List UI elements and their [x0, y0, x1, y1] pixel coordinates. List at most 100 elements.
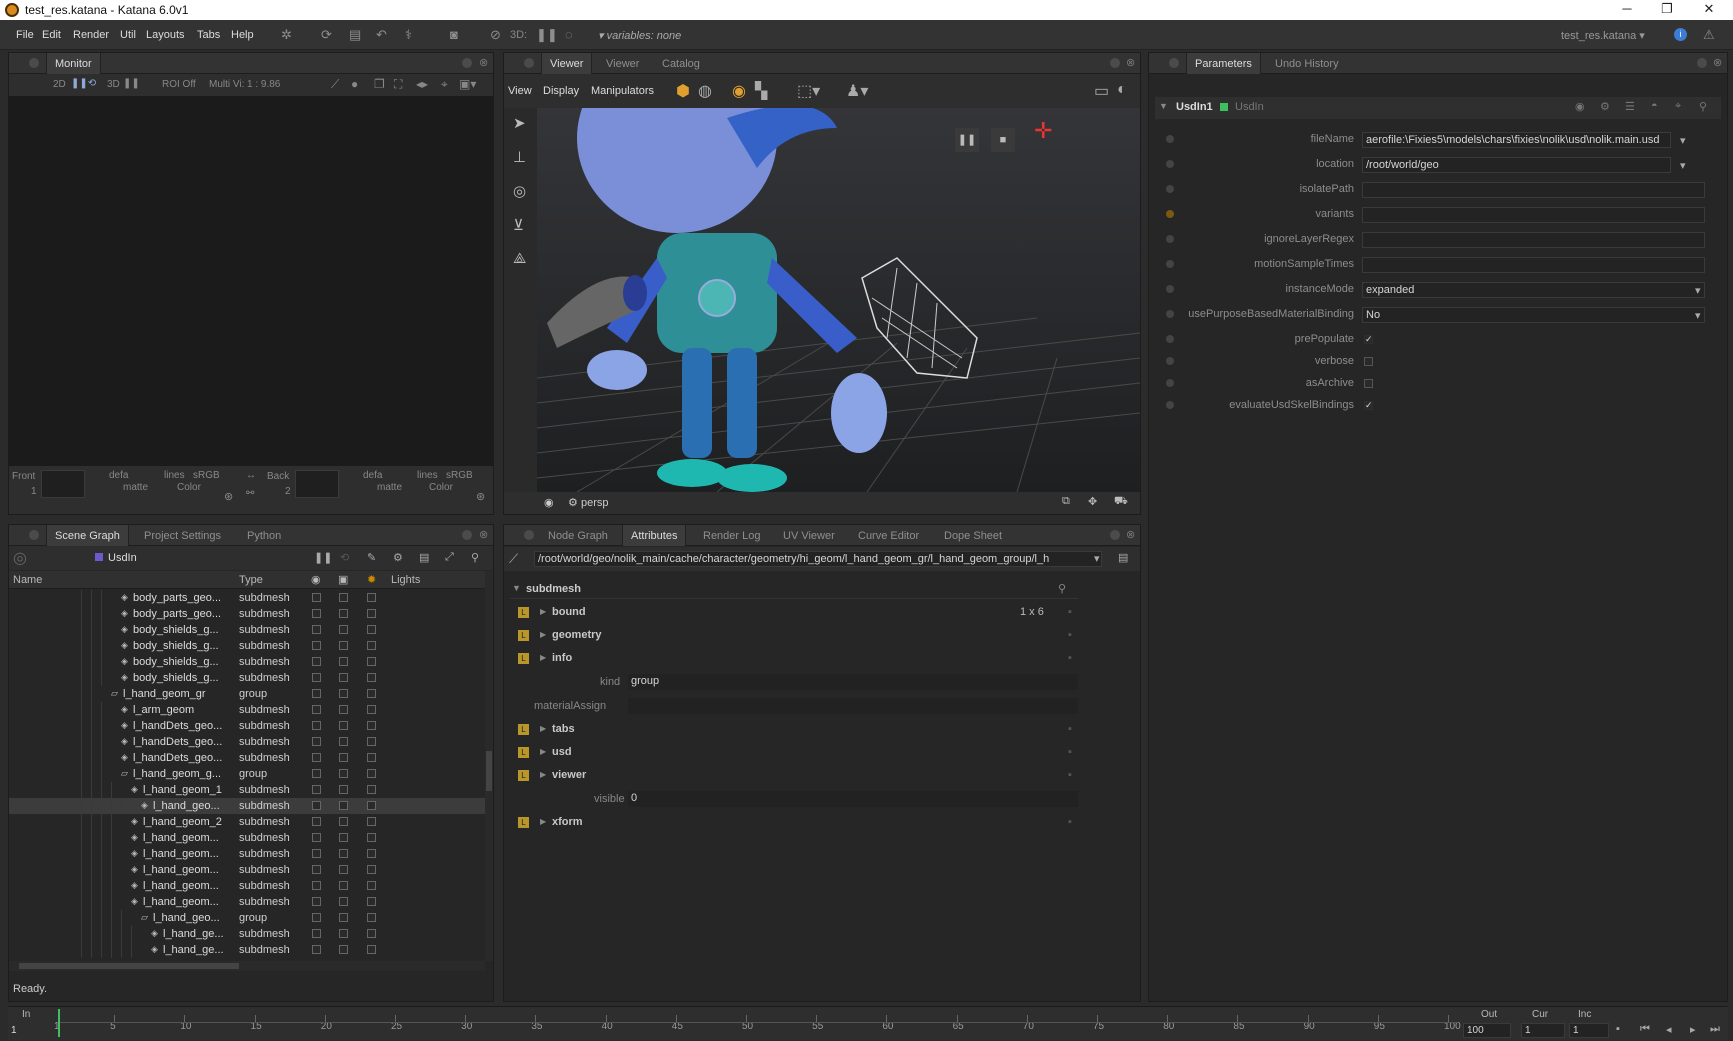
row-visibility-checkbox[interactable]: [312, 657, 321, 666]
node-settings-icon[interactable]: ⚙: [1600, 100, 1610, 113]
node-list-icon[interactable]: ☰: [1625, 100, 1635, 113]
tab-monitor[interactable]: Monitor: [46, 53, 101, 74]
tab-project-settings[interactable]: Project Settings: [144, 530, 221, 542]
row-visibility-checkbox[interactable]: [312, 801, 321, 810]
panel-menu-icon[interactable]: [524, 58, 534, 68]
sg-layers-icon[interactable]: ▤: [419, 551, 429, 564]
undo-icon[interactable]: ↶: [376, 27, 387, 43]
tab-curve-editor[interactable]: Curve Editor: [858, 530, 919, 542]
param-field[interactable]: /root/world/geo: [1362, 157, 1671, 173]
expand-icon[interactable]: ▶: [540, 770, 546, 779]
row-visibility-checkbox[interactable]: [312, 673, 321, 682]
param-field[interactable]: [1362, 182, 1705, 198]
back-lines-label[interactable]: lines: [417, 470, 438, 481]
table-row[interactable]: ◈ l_handDets_geo... subdmesh: [9, 718, 485, 734]
param-field[interactable]: [1362, 232, 1705, 248]
attribute-group[interactable]: L ▶ info ▪: [510, 649, 1078, 669]
panel-float-icon[interactable]: [1110, 530, 1120, 540]
row-render-checkbox[interactable]: [339, 865, 348, 874]
multi-view-label[interactable]: Multi Vi:: [209, 79, 244, 90]
col-lights[interactable]: Lights: [391, 574, 420, 586]
lock-icon[interactable]: ▪: [1068, 723, 1072, 735]
back-gear-icon[interactable]: ⊛: [476, 490, 485, 503]
chevron-down-icon[interactable]: ▾: [1680, 159, 1686, 172]
mode-2d-button[interactable]: 2D: [53, 79, 66, 90]
table-row[interactable]: ◈ l_hand_ge... subdmesh: [9, 942, 485, 958]
comment-icon[interactable]: ●: [351, 77, 358, 91]
attribute-group[interactable]: L ▶ xform ▪: [510, 813, 1078, 833]
gear-icon[interactable]: ✲: [281, 27, 292, 43]
step-back-icon[interactable]: ⏮: [1640, 1023, 1650, 1036]
row-render-checkbox[interactable]: [339, 593, 348, 602]
col-name[interactable]: Name: [13, 574, 42, 586]
row-lights-checkbox[interactable]: [367, 945, 376, 954]
row-render-checkbox[interactable]: [339, 705, 348, 714]
row-lights-checkbox[interactable]: [367, 737, 376, 746]
panel-close-icon[interactable]: ⊗: [1126, 56, 1135, 69]
scale-tool-icon[interactable]: ⊻: [513, 216, 524, 234]
row-render-checkbox[interactable]: [339, 625, 348, 634]
lock-icon[interactable]: ▪: [1068, 606, 1072, 618]
sg-settings-icon[interactable]: ⚙: [393, 551, 403, 564]
row-render-checkbox[interactable]: [339, 769, 348, 778]
attribute-path-field[interactable]: /root/world/geo/nolik_main/cache/charact…: [534, 551, 1102, 567]
param-checkbox[interactable]: [1364, 379, 1373, 388]
table-row[interactable]: ◈ l_hand_geom_1 subdmesh: [9, 782, 485, 798]
lock-icon[interactable]: ▪: [1068, 769, 1072, 781]
row-render-checkbox[interactable]: [339, 609, 348, 618]
close-button[interactable]: ✕: [1699, 1, 1719, 17]
tab-node-graph[interactable]: Node Graph: [548, 530, 608, 542]
row-render-checkbox[interactable]: [339, 737, 348, 746]
row-lights-checkbox[interactable]: [367, 689, 376, 698]
back-color-dropdown[interactable]: Color: [429, 482, 453, 493]
table-row[interactable]: ◈ l_hand_geom... subdmesh: [9, 846, 485, 862]
expand-icon[interactable]: ▶: [540, 607, 546, 616]
param-field[interactable]: [1362, 207, 1705, 223]
row-lights-checkbox[interactable]: [367, 833, 376, 842]
row-visibility-checkbox[interactable]: [312, 817, 321, 826]
mode-3d-button[interactable]: 3D: [107, 79, 120, 90]
panel-menu-icon[interactable]: [524, 530, 534, 540]
menu-layouts[interactable]: Layouts: [146, 29, 185, 41]
collapse-node-icon[interactable]: ▼: [1159, 101, 1168, 111]
row-lights-checkbox[interactable]: [367, 625, 376, 634]
rotate-tool-icon[interactable]: ◎: [513, 182, 526, 200]
row-lights-checkbox[interactable]: [367, 641, 376, 650]
color-picker-icon[interactable]: ⟋: [331, 77, 339, 92]
row-render-checkbox[interactable]: [339, 913, 348, 922]
row-render-checkbox[interactable]: [339, 673, 348, 682]
col-type[interactable]: Type: [239, 574, 263, 586]
monitor-canvas[interactable]: [9, 96, 493, 466]
row-lights-checkbox[interactable]: [367, 929, 376, 938]
chevron-down-icon[interactable]: ▾: [1695, 309, 1701, 322]
expand-icon[interactable]: ▶: [540, 630, 546, 639]
row-visibility-checkbox[interactable]: [312, 625, 321, 634]
pause-3d-icon[interactable]: ❚❚: [123, 78, 140, 89]
expand-icon[interactable]: ▶: [540, 653, 546, 662]
row-render-checkbox[interactable]: [339, 945, 348, 954]
row-lights-checkbox[interactable]: [367, 657, 376, 666]
attribute-leaf-field[interactable]: 0: [628, 791, 1078, 807]
panel-close-icon[interactable]: ⊗: [479, 56, 488, 69]
inc-field[interactable]: 1: [1569, 1023, 1609, 1038]
pause-icon[interactable]: ❚❚: [536, 27, 558, 43]
minimize-button[interactable]: ─: [1617, 1, 1637, 16]
debug-icon[interactable]: ⚕: [405, 27, 412, 43]
link-icon[interactable]: ⚯: [246, 488, 254, 499]
col-visibility-icon[interactable]: ◉: [311, 573, 321, 586]
timeline-track[interactable]: 1 5 10 15 20 25 30 35 40 45 50 55 60 65 70 75 80 85 90 95 10…: [54, 1007, 1461, 1041]
layers-icon[interactable]: ❐: [374, 77, 385, 91]
row-render-checkbox[interactable]: [339, 929, 348, 938]
table-row[interactable]: ◈ l_arm_geom subdmesh: [9, 702, 485, 718]
attr-layers-icon[interactable]: ▤: [1118, 551, 1128, 564]
attribute-group[interactable]: L ▶ tabs ▪: [510, 720, 1078, 740]
expand-icon[interactable]: ▶: [540, 724, 546, 733]
out-field[interactable]: 100: [1463, 1023, 1511, 1038]
tab-parameters[interactable]: Parameters: [1186, 53, 1261, 74]
collapse-icon[interactable]: ▼: [512, 583, 521, 593]
row-visibility-checkbox[interactable]: [312, 593, 321, 602]
table-row[interactable]: ◈ body_shields_g... subdmesh: [9, 670, 485, 686]
table-row[interactable]: ◈ body_shields_g... subdmesh: [9, 638, 485, 654]
param-field[interactable]: No: [1362, 307, 1705, 323]
table-row[interactable]: ◈ l_hand_ge... subdmesh: [9, 926, 485, 942]
